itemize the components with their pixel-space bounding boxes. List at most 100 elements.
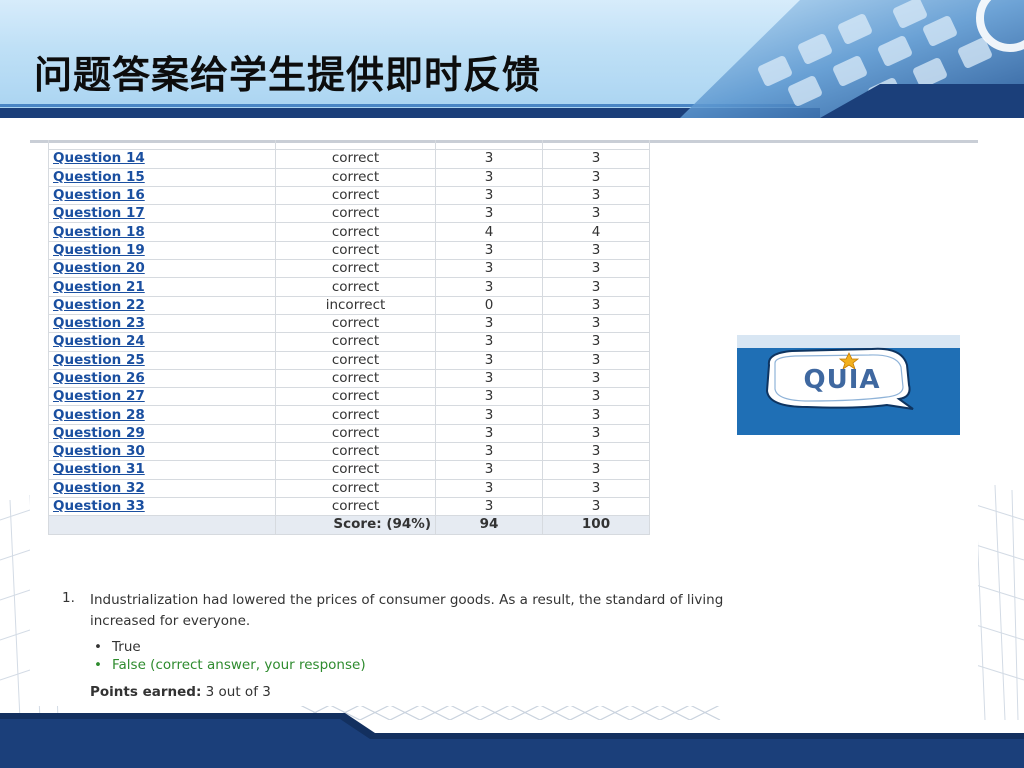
points-earned-value: 3 out of 3 — [205, 684, 271, 700]
result-cell: correct — [275, 313, 436, 334]
result-cell: correct — [275, 496, 436, 517]
table-cell — [275, 140, 436, 151]
result-cell: correct — [275, 423, 436, 444]
table-row: Question 24 correct 3 3 — [48, 332, 650, 352]
question-cell: Question 21 — [48, 277, 276, 297]
table-row: Question 26 correct 3 3 — [48, 368, 650, 389]
question-link[interactable]: Question 16 — [53, 187, 145, 203]
question-link[interactable]: Question 26 — [53, 370, 145, 386]
table-row: Question 15 correct 3 3 — [48, 167, 650, 187]
question-link[interactable]: Question 28 — [53, 407, 145, 423]
points-cell: 3 — [435, 368, 543, 389]
keyboard-decoration-icon — [680, 0, 1024, 118]
question-cell: Question 28 — [48, 405, 276, 425]
points-earned-label: Points earned: — [90, 684, 202, 700]
max-points-cell: 3 — [542, 442, 650, 462]
results-table: Question 14 correct 3 3 Question 15 correct 3 3… — [48, 140, 650, 535]
score-row: Score: (94%) 94 100 — [48, 515, 650, 535]
table-row: Question 22 incorrect 0 3 — [48, 295, 650, 315]
max-points-cell: 3 — [542, 149, 650, 169]
table-row: Question 28 correct 3 3 — [48, 405, 650, 425]
question-link[interactable]: Question 15 — [53, 169, 145, 185]
question-link[interactable]: Question 31 — [53, 461, 145, 477]
question-link[interactable]: Question 29 — [53, 425, 145, 441]
result-cell: correct — [275, 240, 436, 261]
question-link[interactable]: Question 21 — [53, 279, 145, 295]
result-cell: incorrect — [275, 295, 436, 315]
points-cell: 3 — [435, 277, 543, 297]
question-cell: Question 25 — [48, 350, 276, 370]
max-points-cell: 3 — [542, 313, 650, 334]
table-row: Question 29 correct 3 3 — [48, 423, 650, 444]
question-cell: Question 14 — [48, 149, 276, 169]
max-points-cell: 3 — [542, 423, 650, 444]
points-cell: 4 — [435, 222, 543, 242]
question-text: Industrialization had lowered the prices… — [90, 592, 724, 629]
points-cell: 3 — [435, 185, 543, 206]
points-cell: 3 — [435, 478, 543, 498]
points-cell: 3 — [435, 442, 543, 462]
slide-header: 问题答案给学生提供即时反馈 — [0, 0, 1024, 118]
points-cell: 3 — [435, 149, 543, 169]
result-cell: correct — [275, 405, 436, 425]
max-points-cell: 3 — [542, 350, 650, 370]
score-points: 94 — [435, 515, 543, 535]
question-link[interactable]: Question 32 — [53, 480, 145, 496]
max-points-cell: 3 — [542, 460, 650, 480]
max-points-cell: 3 — [542, 496, 650, 517]
max-points-cell: 3 — [542, 277, 650, 297]
question-cell: Question 30 — [48, 442, 276, 462]
question-link[interactable]: Question 27 — [53, 388, 145, 404]
result-cell: correct — [275, 185, 436, 206]
table-row: Question 27 correct 3 3 — [48, 387, 650, 407]
score-blank-cell — [48, 515, 276, 535]
question-link[interactable]: Question 22 — [53, 297, 145, 313]
quia-logo: QUIA — [737, 335, 960, 435]
table-row: Question 32 correct 3 3 — [48, 478, 650, 498]
result-cell: correct — [275, 222, 436, 242]
question-link[interactable]: Question 20 — [53, 260, 145, 276]
question-cell: Question 16 — [48, 185, 276, 206]
table-cell — [435, 140, 543, 151]
question-cell: Question 19 — [48, 240, 276, 261]
result-cell: correct — [275, 204, 436, 224]
question-link[interactable]: Question 24 — [53, 333, 145, 349]
result-cell: correct — [275, 460, 436, 480]
slide-footer — [0, 713, 1024, 768]
result-cell: correct — [275, 387, 436, 407]
points-earned: Points earned: 3 out of 3 — [90, 684, 271, 700]
table-row-clipped — [48, 140, 650, 151]
question-link[interactable]: Question 17 — [53, 205, 145, 221]
question-link[interactable]: Question 25 — [53, 352, 145, 368]
table-row: Question 30 correct 3 3 — [48, 442, 650, 462]
question-link[interactable]: Question 19 — [53, 242, 145, 258]
question-link[interactable]: Question 33 — [53, 498, 145, 514]
points-cell: 0 — [435, 295, 543, 315]
answer-list: True False (correct answer, your respons… — [92, 638, 366, 674]
max-points-cell: 3 — [542, 240, 650, 261]
question-cell: Question 32 — [48, 478, 276, 498]
question-cell: Question 29 — [48, 423, 276, 444]
table-row: Question 31 correct 3 3 — [48, 460, 650, 480]
table-row: Question 16 correct 3 3 — [48, 185, 650, 206]
question-link[interactable]: Question 14 — [53, 150, 145, 166]
points-cell: 3 — [435, 423, 543, 444]
question-link[interactable]: Question 18 — [53, 224, 145, 240]
result-cell: correct — [275, 167, 436, 187]
table-row: Question 18 correct 4 4 — [48, 222, 650, 242]
table-row: Question 19 correct 3 3 — [48, 240, 650, 261]
max-points-cell: 4 — [542, 222, 650, 242]
max-points-cell: 3 — [542, 204, 650, 224]
table-cell — [48, 140, 276, 151]
max-points-cell: 3 — [542, 295, 650, 315]
question-cell: Question 20 — [48, 259, 276, 279]
slide-title: 问题答案给学生提供即时反馈 — [34, 53, 542, 97]
quia-logo-text: QUIA — [803, 365, 881, 395]
points-cell: 3 — [435, 167, 543, 187]
score-label: Score: (94%) — [275, 515, 436, 535]
question-link[interactable]: Question 23 — [53, 315, 145, 331]
question-link[interactable]: Question 30 — [53, 443, 145, 459]
result-cell: correct — [275, 442, 436, 462]
points-cell: 3 — [435, 332, 543, 352]
score-max: 100 — [542, 515, 650, 535]
